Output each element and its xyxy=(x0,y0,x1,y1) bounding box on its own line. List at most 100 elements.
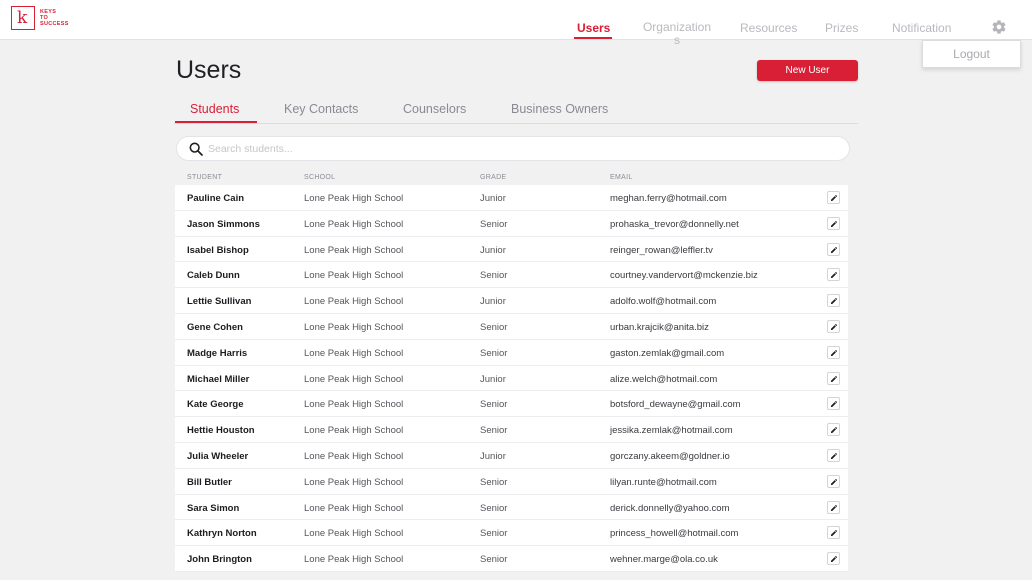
student-school: Lone Peak High School xyxy=(304,554,404,566)
student-school: Lone Peak High School xyxy=(304,218,404,230)
tab-counselors[interactable]: Counselors xyxy=(403,102,466,116)
student-email: jessika.zemlak@hotmail.com xyxy=(610,425,733,437)
student-school: Lone Peak High School xyxy=(304,476,404,488)
edit-button[interactable] xyxy=(827,191,840,204)
student-email: gaston.zemlak@gmail.com xyxy=(610,347,725,359)
nav-item-organizations[interactable]: Organizations xyxy=(642,21,712,47)
student-school: Lone Peak High School xyxy=(304,321,404,333)
table-row[interactable]: Hettie Houston Lone Peak High School Senio… xyxy=(175,417,848,443)
student-email: gorczany.akeem@goldner.io xyxy=(610,450,730,462)
edit-button[interactable] xyxy=(827,423,840,437)
student-name[interactable]: Gene Cohen xyxy=(187,322,243,333)
student-grade: Senior xyxy=(480,554,508,566)
student-name[interactable]: Kathryn Norton xyxy=(187,528,257,539)
student-name[interactable]: Lettie Sullivan xyxy=(187,296,251,307)
search-bar xyxy=(176,136,850,161)
nav-item-prizes[interactable]: Prizes xyxy=(825,21,858,35)
student-school: Lone Peak High School xyxy=(304,502,404,514)
student-email: courtney.vandervort@mckenzie.biz xyxy=(610,270,758,282)
student-name[interactable]: Jason Simmons xyxy=(187,219,260,230)
student-grade: Senior xyxy=(480,425,508,437)
nav-item-notification[interactable]: Notification xyxy=(892,21,951,35)
student-grade: Senior xyxy=(480,347,508,359)
settings-dropdown: Logout xyxy=(922,40,1021,68)
student-school: Lone Peak High School xyxy=(304,347,404,359)
student-school: Lone Peak High School xyxy=(304,244,404,256)
tab-students[interactable]: Students xyxy=(190,102,239,116)
student-grade: Junior xyxy=(480,193,506,204)
student-name[interactable]: Kate George xyxy=(187,399,244,410)
table-row[interactable]: Lettie Sullivan Lone Peak High School Juni… xyxy=(175,288,848,314)
edit-button[interactable] xyxy=(827,319,840,333)
edit-button[interactable] xyxy=(827,474,840,488)
student-name[interactable]: Pauline Cain xyxy=(187,193,244,204)
table-row[interactable]: Sara Simon Lone Peak High School Senior der… xyxy=(175,494,848,521)
student-school: Lone Peak High School xyxy=(304,373,404,385)
column-header-student[interactable]: STUDENT xyxy=(187,174,222,181)
student-name[interactable]: Michael Miller xyxy=(187,374,249,385)
table-row[interactable]: Jason Simmons Lone Peak High School Senior… xyxy=(175,210,848,237)
student-school: Lone Peak High School xyxy=(304,296,404,308)
search-input[interactable] xyxy=(208,140,808,158)
tab-business-owners[interactable]: Business Owners xyxy=(511,102,608,116)
table-row[interactable]: Kate George Lone Peak High School Senior bo… xyxy=(175,391,848,418)
table-row[interactable]: Gene Cohen Lone Peak High School Senior urb… xyxy=(175,313,848,340)
new-user-button[interactable]: New User xyxy=(757,60,858,81)
table-row[interactable]: Pauline Cain Lone Peak High School Junior m… xyxy=(175,185,848,211)
student-grade: Junior xyxy=(480,244,506,256)
table-row[interactable]: Michael Miller Lone Peak High School Junio… xyxy=(175,365,848,392)
table-row[interactable]: Kathryn Norton Lone Peak High School Senio… xyxy=(175,520,848,547)
table-row[interactable]: Julia Wheeler Lone Peak High School Junior… xyxy=(175,442,848,469)
student-school: Lone Peak High School xyxy=(304,399,404,411)
student-name[interactable]: Madge Harris xyxy=(187,348,247,359)
brand-logo[interactable]: k KEYS TO SUCCESS xyxy=(11,6,69,30)
search-icon xyxy=(189,142,203,156)
student-email: botsford_dewayne@gmail.com xyxy=(610,399,741,411)
logo-letter: k xyxy=(17,8,28,28)
logout-menu-item[interactable]: Logout xyxy=(923,47,1020,61)
students-table-body: Pauline Cain Lone Peak High School Junior m… xyxy=(175,185,848,572)
gear-icon[interactable] xyxy=(991,19,1007,35)
student-grade: Senior xyxy=(480,528,508,540)
column-header-school[interactable]: SCHOOL xyxy=(304,174,335,181)
tab-active-indicator xyxy=(175,121,257,123)
table-row[interactable]: Madge Harris Lone Peak High School Senior g… xyxy=(175,339,848,366)
student-name[interactable]: Bill Butler xyxy=(187,477,232,488)
table-row[interactable]: Caleb Dunn Lone Peak High School Senior cou… xyxy=(175,262,848,289)
logo-mark: k xyxy=(11,6,35,30)
student-name[interactable]: John Brington xyxy=(187,554,252,565)
edit-button[interactable] xyxy=(827,448,840,462)
edit-button[interactable] xyxy=(827,294,840,308)
logo-line: SUCCESS xyxy=(40,21,69,27)
tab-key-contacts[interactable]: Key Contacts xyxy=(284,102,358,116)
edit-button[interactable] xyxy=(827,216,840,230)
edit-button[interactable] xyxy=(827,500,840,514)
column-header-grade[interactable]: GRADE xyxy=(480,174,506,181)
edit-button[interactable] xyxy=(827,242,840,256)
table-row[interactable]: John Brington Lone Peak High School Senior… xyxy=(175,546,848,572)
edit-button[interactable] xyxy=(827,371,840,385)
student-email: wehner.marge@ola.co.uk xyxy=(610,554,718,566)
table-row[interactable]: Isabel Bishop Lone Peak High School Junior… xyxy=(175,236,848,263)
student-name[interactable]: Isabel Bishop xyxy=(187,245,249,256)
edit-button[interactable] xyxy=(827,552,840,566)
student-name[interactable]: Caleb Dunn xyxy=(187,270,240,281)
edit-button[interactable] xyxy=(827,268,840,282)
column-header-email[interactable]: EMAIL xyxy=(610,174,633,181)
table-row[interactable]: Bill Butler Lone Peak High School Senior li… xyxy=(175,468,848,495)
student-name[interactable]: Hettie Houston xyxy=(187,425,255,436)
student-email: lilyan.runte@hotmail.com xyxy=(610,476,717,488)
student-grade: Junior xyxy=(480,296,506,308)
student-email: urban.krajcik@anita.biz xyxy=(610,321,709,333)
nav-item-resources[interactable]: Resources xyxy=(740,21,797,35)
student-grade: Senior xyxy=(480,218,508,230)
student-name[interactable]: Julia Wheeler xyxy=(187,451,248,462)
student-school: Lone Peak High School xyxy=(304,450,404,462)
student-school: Lone Peak High School xyxy=(304,270,404,282)
edit-button[interactable] xyxy=(827,526,840,540)
edit-button[interactable] xyxy=(827,345,840,359)
edit-button[interactable] xyxy=(827,397,840,411)
nav-item-users[interactable]: Users xyxy=(577,21,610,35)
student-name[interactable]: Sara Simon xyxy=(187,503,239,514)
student-email: alize.welch@hotmail.com xyxy=(610,373,718,385)
